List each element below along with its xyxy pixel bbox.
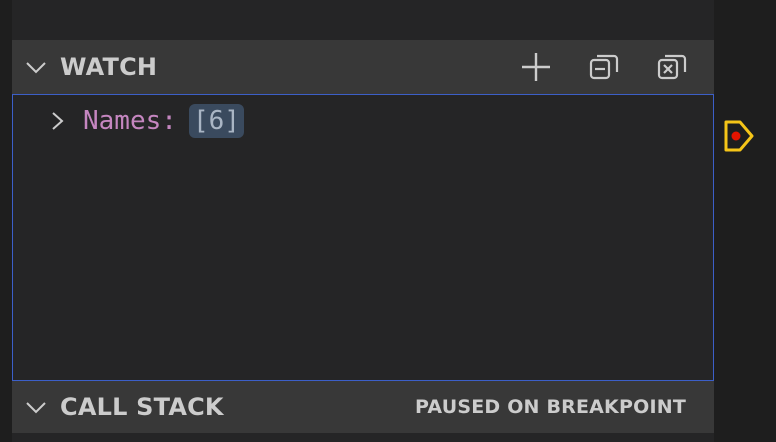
call-stack-section-header[interactable]: CALL STACK PAUSED ON BREAKPOINT	[12, 381, 714, 433]
watch-item-name: Names	[83, 106, 162, 136]
collapse-all-icon	[589, 54, 619, 80]
chevron-right-icon[interactable]	[45, 109, 69, 133]
breakpoint-stopped-icon[interactable]	[722, 118, 756, 154]
collapse-all-button[interactable]	[580, 43, 628, 91]
watch-actions	[512, 43, 696, 91]
chevron-down-icon[interactable]	[24, 395, 48, 419]
watch-item-colon: :	[161, 106, 177, 136]
add-expression-button[interactable]	[512, 43, 560, 91]
debug-sidebar: WATCH Names: [6] CALL STACK PAUSED ON B…	[0, 0, 776, 442]
remove-all-expressions-button[interactable]	[648, 43, 696, 91]
watch-title: WATCH	[60, 53, 158, 81]
watch-item[interactable]: Names : [6]	[13, 101, 244, 141]
debug-panel: WATCH Names: [6] CALL STACK PAUSED ON B…	[12, 0, 714, 442]
chevron-down-icon[interactable]	[24, 55, 48, 79]
call-stack-title: CALL STACK	[60, 393, 224, 421]
watch-item-value: [6]	[188, 104, 244, 138]
watch-expressions-list[interactable]: Names : [6]	[12, 94, 714, 381]
plus-icon	[522, 53, 550, 81]
watch-section-header[interactable]: WATCH	[12, 40, 714, 94]
panel-top-area	[12, 0, 714, 40]
close-all-icon	[657, 54, 687, 80]
call-stack-status: PAUSED ON BREAKPOINT	[415, 396, 686, 418]
